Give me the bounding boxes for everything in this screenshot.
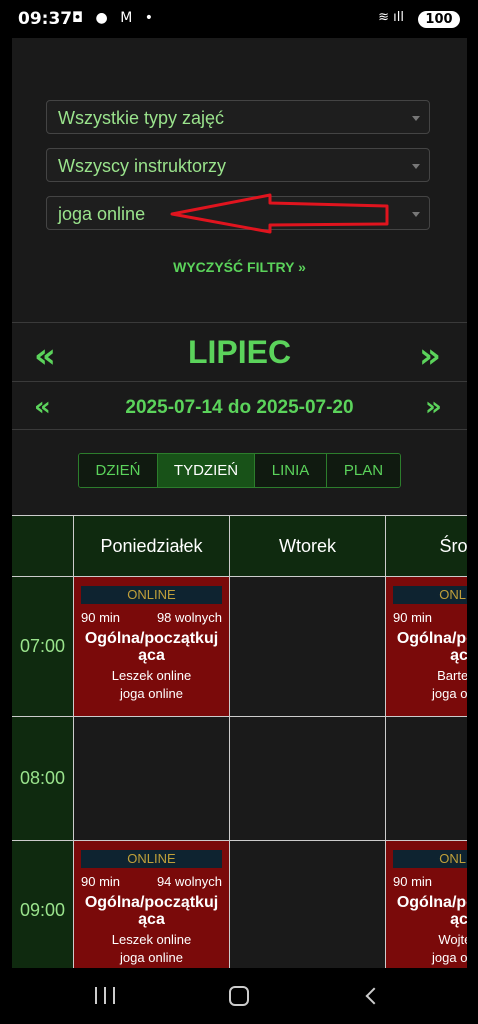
signal-icons: ≋ ıll	[378, 10, 404, 25]
next-month-button[interactable]: »	[419, 336, 441, 376]
time-text: 09:00	[19, 900, 66, 920]
day-header-monday: Poniedziałek	[74, 515, 230, 577]
month-title: LIPIEC	[187, 334, 292, 370]
event-instructor: Leszek online	[111, 668, 192, 683]
day-header-tuesday: Wtorek	[230, 515, 386, 577]
notification-icons: ◘ ● M •	[72, 10, 157, 26]
empty-slot	[386, 717, 467, 841]
event-category: joga online	[120, 686, 183, 701]
event-instructor: Wojtek o	[438, 932, 467, 947]
corner-header	[12, 515, 74, 577]
class-event[interactable]: ONLINE 90 min9 Ogólna/początkująca Wojte…	[386, 841, 467, 968]
event-meta: 90 min 98 wolnych	[81, 610, 222, 625]
annotation-arrow-icon	[170, 193, 389, 234]
battery-icon: 100	[418, 11, 460, 28]
status-bar: 09:37 ◘ ● M • ≋ ıll 100	[0, 0, 478, 38]
event-instructor: Bartek Z.	[437, 668, 467, 683]
online-badge: ONLINE	[81, 586, 222, 604]
event-spots: 94 wolnych	[156, 874, 222, 889]
event-meta: 90 min9	[393, 610, 467, 625]
week-range: 2025-07-14 do 2025-07-20	[125, 397, 354, 418]
event-meta: 90 min9	[393, 874, 467, 889]
event-category: joga online	[120, 950, 183, 965]
event-title: Ogólna/początkująca	[84, 894, 219, 928]
time-label: 08:00	[12, 717, 74, 841]
tab-line[interactable]: LINIA	[255, 454, 327, 487]
event-duration: 90 min	[393, 610, 433, 625]
event-duration: 90 min	[81, 610, 121, 625]
time-text: 07:00	[19, 636, 66, 656]
status-time: 09:37	[18, 9, 73, 29]
class-event[interactable]: ONLINE 90 min9 Ogólna/początkująca Barte…	[386, 577, 467, 717]
event-spots: 98 wolnych	[156, 610, 222, 625]
recents-icon[interactable]	[95, 987, 115, 1004]
online-badge: ONLINE	[81, 850, 222, 868]
empty-slot	[74, 717, 230, 841]
system-navigation-bar	[0, 968, 478, 1024]
time-label: 07:00	[12, 577, 74, 717]
event-title: Ogólna/początkująca	[396, 630, 467, 664]
schedule-app: Wszystkie typy zajęć Wszyscy instruktorz…	[12, 38, 467, 968]
event-title: Ogólna/początkująca	[396, 894, 467, 928]
event-duration: 90 min	[81, 874, 121, 889]
online-badge: ONLINE	[393, 850, 467, 868]
online-badge: ONLINE	[393, 586, 467, 604]
time-label: 09:00	[12, 841, 74, 968]
event-instructor: Leszek online	[111, 932, 192, 947]
schedule-grid: Poniedziałek Wtorek Środa 07:00 ONLINE 9…	[12, 515, 467, 968]
event-meta: 90 min 94 wolnych	[81, 874, 222, 889]
time-text: 08:00	[19, 768, 66, 788]
back-icon[interactable]	[365, 987, 383, 1005]
divider	[12, 429, 467, 430]
event-category: joga online	[432, 950, 467, 965]
arrow-shape	[170, 193, 389, 234]
event-category: joga online	[432, 686, 467, 701]
empty-slot	[230, 717, 386, 841]
divider	[12, 381, 467, 382]
tab-week[interactable]: TYDZIEŃ	[158, 454, 255, 487]
tab-plan[interactable]: PLAN	[327, 454, 400, 487]
tab-day[interactable]: DZIEŃ	[79, 454, 158, 487]
class-event[interactable]: ONLINE 90 min 94 wolnych Ogólna/początkuj…	[74, 841, 230, 968]
empty-slot	[230, 841, 386, 968]
view-tabs: DZIEŃ TYDZIEŃ LINIA PLAN	[78, 453, 401, 488]
home-icon[interactable]	[229, 986, 249, 1006]
empty-slot	[230, 577, 386, 717]
day-header-wednesday: Środa	[386, 515, 467, 577]
event-title: Ogólna/początkująca	[84, 630, 219, 664]
event-duration: 90 min	[393, 874, 433, 889]
class-event[interactable]: ONLINE 90 min 98 wolnych Ogólna/początkuj…	[74, 577, 230, 717]
next-week-button[interactable]: »	[425, 392, 442, 422]
